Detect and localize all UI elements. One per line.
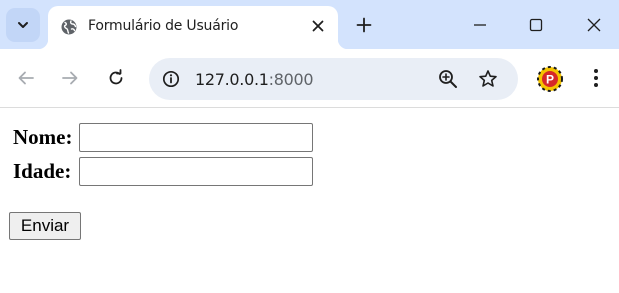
arrow-right-icon [62, 71, 78, 85]
star-icon [479, 70, 497, 87]
browser-menu-button[interactable] [584, 66, 608, 90]
avatar: P [537, 66, 563, 92]
age-input[interactable] [79, 157, 313, 186]
zoom-button[interactable] [436, 67, 460, 91]
reload-icon [109, 69, 123, 85]
age-label: Idade: [13, 159, 72, 183]
close-icon [312, 20, 324, 32]
tab-search-button[interactable] [6, 8, 40, 42]
url-text[interactable]: 127.0.0.1:8000 [195, 70, 314, 89]
back-button[interactable] [14, 66, 38, 90]
globe-icon [61, 19, 77, 35]
profile-button[interactable]: P [537, 66, 563, 92]
close-icon [587, 18, 601, 32]
tab-close-button[interactable] [308, 16, 328, 36]
page-content: Nome: Idade: Enviar [0, 109, 619, 293]
browser-tab[interactable]: Formulário de Usuário [38, 6, 348, 49]
chevron-down-icon [18, 22, 28, 28]
bookmark-button[interactable] [476, 67, 500, 91]
info-icon [162, 70, 180, 88]
minimize-button[interactable] [467, 12, 493, 38]
minimize-icon [474, 24, 486, 26]
window-close-button[interactable] [581, 12, 607, 38]
maximize-icon [529, 18, 543, 32]
forward-button[interactable] [58, 66, 82, 90]
plus-icon [356, 17, 372, 33]
profile-badge-letter: P [546, 73, 554, 87]
more-vertical-icon [594, 69, 598, 87]
tab-strip: Formulário de Usuário [0, 0, 619, 49]
url-port: :8000 [268, 70, 314, 89]
arrow-left-icon [18, 71, 34, 85]
tab-title: Formulário de Usuário [88, 18, 239, 34]
submit-button[interactable]: Enviar [9, 212, 81, 240]
browser-toolbar: 127.0.0.1:8000 P [0, 49, 619, 108]
zoom-in-icon [439, 70, 457, 88]
name-input[interactable] [79, 123, 313, 152]
name-label: Nome: [13, 125, 73, 149]
url-host: 127.0.0.1 [195, 70, 269, 89]
site-info-button[interactable] [157, 65, 185, 93]
address-bar[interactable]: 127.0.0.1:8000 [149, 58, 518, 100]
new-tab-button[interactable] [352, 13, 376, 37]
reload-button[interactable] [104, 66, 128, 90]
maximize-button[interactable] [523, 12, 549, 38]
